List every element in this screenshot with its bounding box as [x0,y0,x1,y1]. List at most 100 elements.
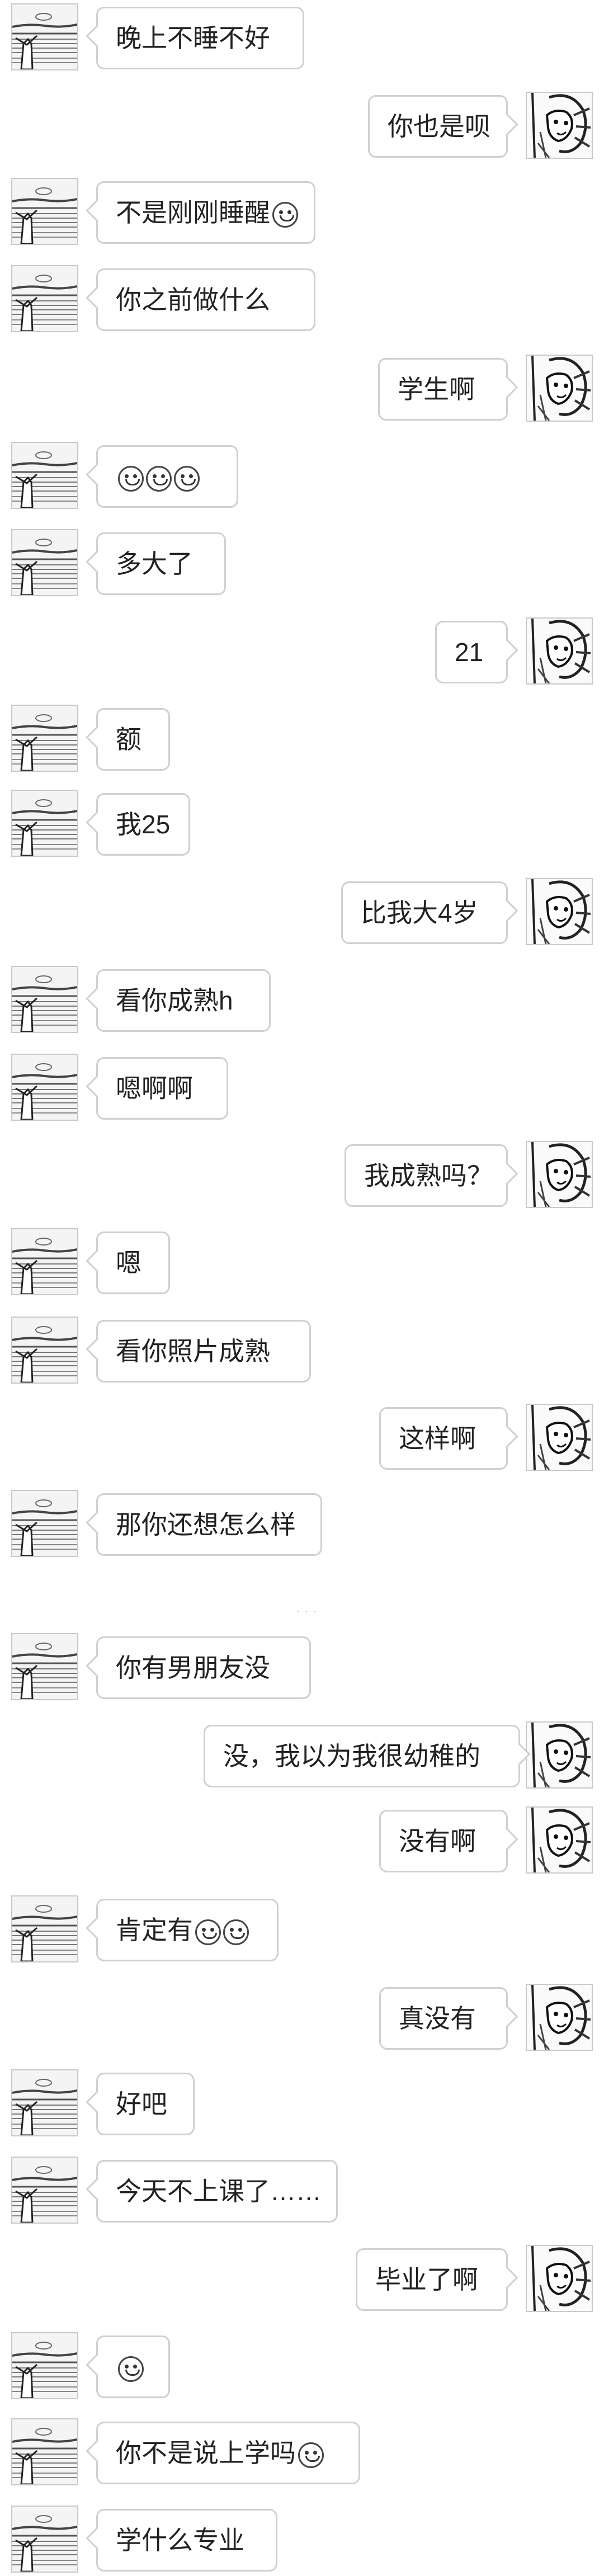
landscape-avatar[interactable] [11,1633,78,1700]
outgoing-message-row: 21 [0,617,604,687]
landscape-avatar[interactable] [11,2157,78,2224]
message-bubble[interactable] [96,2336,170,2398]
outgoing-message-row: 比我大4岁 [0,878,604,947]
message-bubble[interactable]: 学什么专业 [96,2509,277,2572]
message-text: 嗯啊啊 [116,1074,193,1103]
outgoing-message-row: 没，我以为我很幼稚的 [0,1721,604,1791]
message-bubble[interactable] [96,445,238,508]
message-bubble[interactable]: 我25 [96,793,190,856]
message-text: 额 [116,725,141,754]
message-text: 你也是呗 [388,112,490,141]
incoming-message-row: 好吧 [0,2069,604,2139]
message-text: 好吧 [116,2089,167,2119]
landscape-avatar[interactable] [11,265,78,332]
landscape-avatar[interactable] [11,2506,78,2573]
message-bubble[interactable]: 肯定有 [96,1899,279,1961]
landscape-avatar[interactable] [11,178,78,245]
message-bubble[interactable]: 你不是说上学吗 [96,2422,360,2484]
message-bubble[interactable]: 不是刚刚睡醒 [96,181,315,244]
landscape-avatar[interactable] [11,790,78,857]
landscape-avatar[interactable] [11,1054,78,1121]
incoming-message-row: 那你还想怎么样 [0,1490,604,1559]
face-emoji-icon [298,2442,324,2468]
message-bubble[interactable]: 没有啊 [379,1810,508,1872]
outgoing-message-row: 学生啊 [0,355,604,424]
landscape-avatar[interactable] [11,1490,78,1557]
incoming-message-row: 看你成熟h [0,966,604,1035]
message-bubble[interactable]: 学生啊 [378,358,508,421]
message-text: 21 [455,638,484,667]
message-text: 晚上不睡不好 [116,23,270,53]
message-bubble[interactable]: 你之前做什么 [96,268,315,331]
incoming-message-row: 晚上不睡不好 [0,3,604,73]
message-bubble[interactable]: 你有男朋友没 [96,1636,311,1699]
message-text: 比我大4岁 [361,898,478,927]
landscape-avatar[interactable] [11,529,78,596]
message-text: 学什么专业 [116,2526,244,2555]
outgoing-message-row: 我成熟吗？ [0,1141,604,1210]
landscape-avatar[interactable] [11,1317,78,1384]
message-bubble[interactable]: 毕业了啊 [356,2248,508,2311]
incoming-message-row: 嗯啊啊 [0,1054,604,1123]
message-bubble[interactable]: 看你照片成熟 [96,1320,311,1383]
message-bubble[interactable]: 这样啊 [379,1407,508,1470]
incoming-message-row: 你有男朋友没 [0,1633,604,1702]
face-emoji-icon [118,465,144,492]
message-bubble[interactable]: 我成熟吗？ [345,1144,508,1207]
sketch-portrait-avatar[interactable] [526,355,593,422]
landscape-avatar[interactable] [11,966,78,1033]
message-bubble[interactable]: 那你还想怎么样 [96,1493,322,1556]
message-bubble[interactable]: 今天不上课了…… [96,2160,338,2223]
sketch-portrait-avatar[interactable] [526,2245,593,2312]
landscape-avatar[interactable] [11,705,78,772]
sketch-portrait-avatar[interactable] [526,1806,593,1874]
landscape-avatar[interactable] [11,2418,78,2485]
sketch-portrait-avatar[interactable] [526,1141,593,1208]
message-text: 我成熟吗？ [364,1161,493,1190]
message-bubble[interactable]: 你也是呗 [368,95,508,158]
message-text: 没，我以为我很幼稚的 [223,1742,480,1771]
incoming-message-row: 嗯 [0,1228,604,1298]
message-text: 你有男朋友没 [116,1653,270,1682]
face-emoji-icon [174,465,200,492]
sketch-portrait-avatar[interactable] [526,617,593,685]
message-text: 那你还想怎么样 [116,1510,296,1539]
sketch-portrait-avatar[interactable] [526,1404,593,1471]
message-bubble[interactable]: 21 [435,621,508,683]
outgoing-message-row: 你也是呗 [0,92,604,161]
message-bubble[interactable]: 比我大4岁 [341,881,508,944]
message-bubble[interactable]: 看你成熟h [96,969,271,1032]
incoming-message-row: 多大了 [0,529,604,598]
sketch-portrait-avatar[interactable] [526,92,593,159]
incoming-message-row [0,442,604,511]
sketch-portrait-avatar[interactable] [526,1984,593,2051]
landscape-avatar[interactable] [11,3,78,70]
message-bubble[interactable]: 嗯啊啊 [96,1057,228,1120]
landscape-avatar[interactable] [11,1228,78,1295]
message-bubble[interactable]: 没，我以为我很幼稚的 [204,1725,520,1787]
message-bubble[interactable]: 嗯 [96,1232,170,1294]
message-text: 真没有 [399,2004,476,2033]
outgoing-message-row: 没有啊 [0,1806,604,1876]
face-emoji-icon [272,201,298,228]
incoming-message-row: 今天不上课了…… [0,2157,604,2226]
sketch-portrait-avatar[interactable] [526,878,593,945]
message-text: 我25 [116,810,171,839]
incoming-message-row: 学什么专业 [0,2506,604,2575]
message-bubble[interactable]: 好吧 [96,2073,195,2135]
incoming-message-row: 看你照片成熟 [0,1317,604,1386]
message-bubble[interactable]: 真没有 [379,1987,508,2050]
incoming-message-row: 额 [0,705,604,774]
message-text: 你不是说上学吗 [116,2438,296,2468]
landscape-avatar[interactable] [11,1895,78,1962]
sketch-portrait-avatar[interactable] [526,1721,593,1789]
message-text: 你之前做什么 [116,285,270,314]
landscape-avatar[interactable] [11,2069,78,2136]
message-bubble[interactable]: 多大了 [96,532,226,595]
message-bubble[interactable]: 额 [96,708,170,771]
landscape-avatar[interactable] [11,442,78,509]
landscape-avatar[interactable] [11,2332,78,2399]
message-text: 看你照片成熟 [116,1337,270,1366]
incoming-message-row: 你之前做什么 [0,265,604,334]
message-bubble[interactable]: 晚上不睡不好 [96,7,304,69]
